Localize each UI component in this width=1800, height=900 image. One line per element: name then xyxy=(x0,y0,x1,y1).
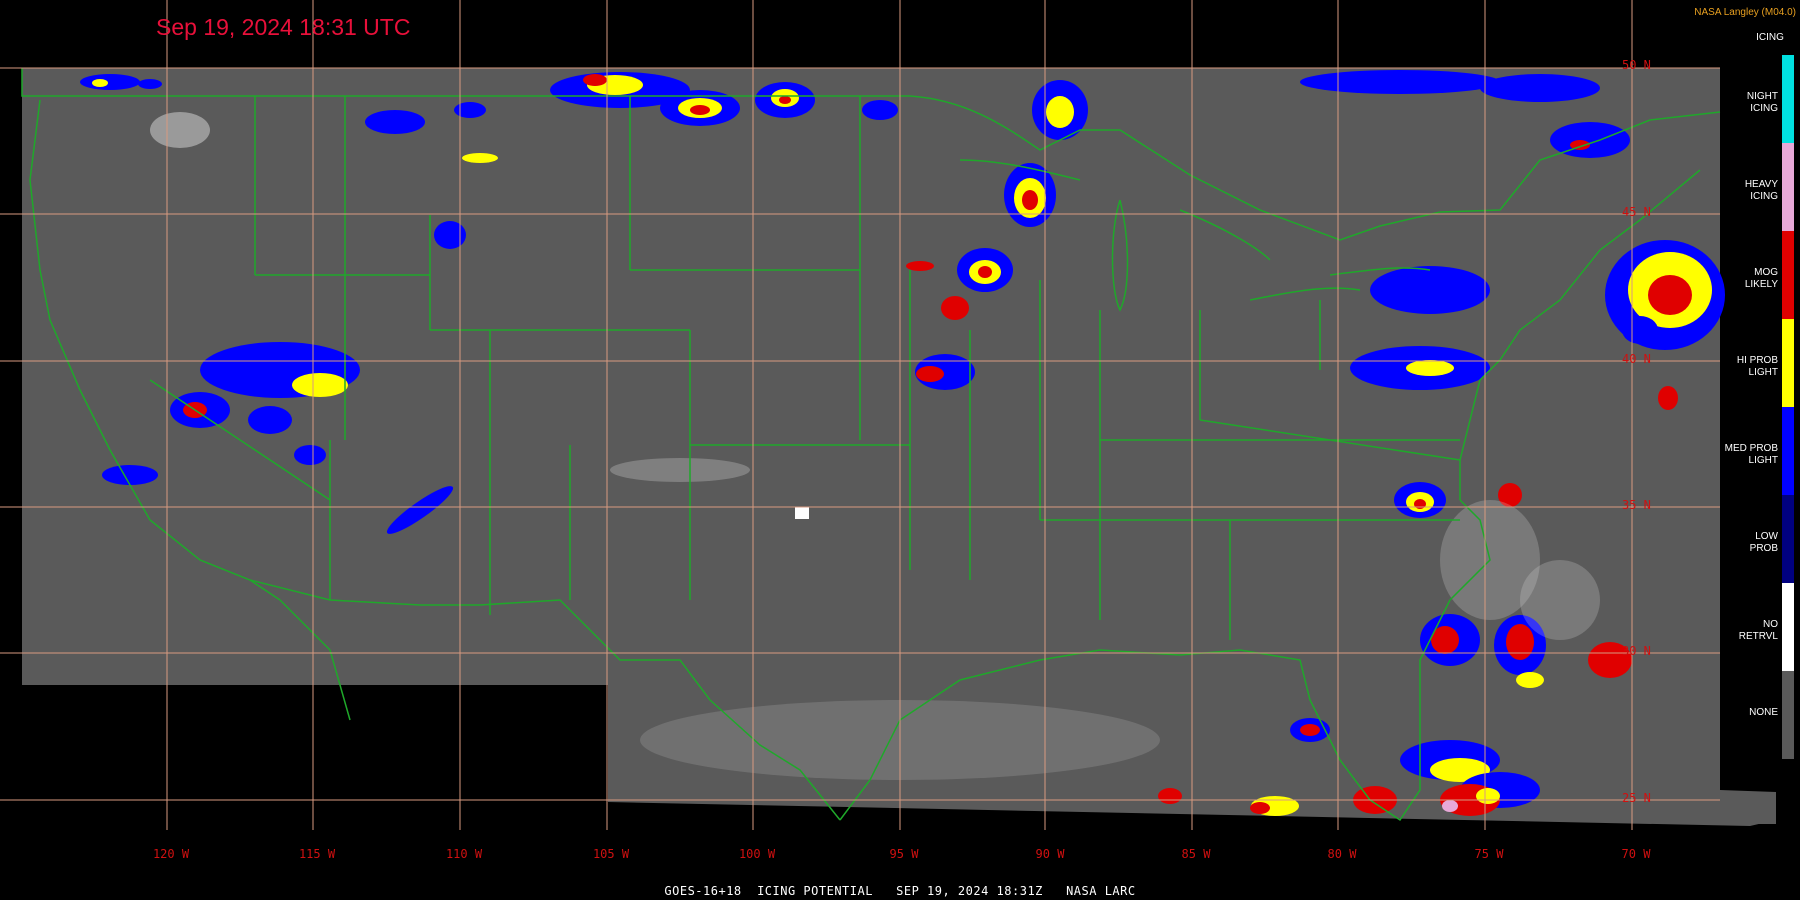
legend-label-med-prob-light: MED PROB LIGHT xyxy=(1724,443,1778,466)
legend-swatch-med-prob-light xyxy=(1782,407,1794,495)
lat-label-50n: 50 N xyxy=(1622,58,1651,72)
legend-label-hi-prob-light: HI PROB LIGHT xyxy=(1736,355,1778,378)
legend-swatch-low-prob xyxy=(1782,495,1794,583)
legend-label-mog-likely: MOG LIKELY xyxy=(1744,267,1778,290)
footer-caption: GOES-16+18 ICING POTENTIAL SEP 19, 2024 … xyxy=(664,884,1136,898)
legend-label-no-retrvl: NO RETRVL xyxy=(1738,619,1778,642)
lon-label-95w: 95 W xyxy=(889,847,919,861)
lon-label-85w: 85 W xyxy=(1181,847,1211,861)
lon-label-105w: 105 W xyxy=(592,847,630,861)
legend-label-heavy-icing: HEAVY ICING xyxy=(1744,179,1778,202)
lat-label-35n: 35 N xyxy=(1622,498,1651,512)
legend-swatch-no-retrvl xyxy=(1782,583,1794,671)
lon-label-90w: 90 W xyxy=(1035,847,1065,861)
legend-swatch-heavy-icing xyxy=(1782,143,1794,231)
icing-map xyxy=(0,0,1776,830)
lat-label-30n: 30 N xyxy=(1622,644,1651,658)
lat-label-25n: 25 N xyxy=(1622,791,1651,805)
legend-title: ICING xyxy=(1756,32,1784,43)
lon-label-70w: 70 W xyxy=(1621,847,1651,861)
legend-swatch-hi-prob-light xyxy=(1782,319,1794,407)
credit-label: NASA Langley (M04.0) xyxy=(1694,7,1796,18)
legend-swatch-night-icing xyxy=(1782,55,1794,143)
lon-label-75w: 75 W xyxy=(1474,847,1504,861)
lon-label-110w: 110 W xyxy=(445,847,483,861)
legend-label-night-icing: NIGHT ICING xyxy=(1746,91,1778,114)
legend-label-low-prob: LOW PROB xyxy=(1749,531,1778,554)
lat-label-40n: 40 N xyxy=(1622,352,1651,366)
coverage-southeast xyxy=(1720,792,1776,824)
legend-label-none: NONE xyxy=(1749,707,1778,718)
lon-label-100w: 100 W xyxy=(738,847,776,861)
lon-label-80w: 80 W xyxy=(1327,847,1357,861)
lon-label-115w: 115 W xyxy=(298,847,336,861)
lat-label-45n: 45 N xyxy=(1622,205,1651,219)
legend-swatch-none xyxy=(1782,671,1794,759)
legend-swatch-mog-likely xyxy=(1782,231,1794,319)
timestamp: Sep 19, 2024 18:31 UTC xyxy=(156,14,411,40)
lon-label-120w: 120 W xyxy=(152,847,190,861)
